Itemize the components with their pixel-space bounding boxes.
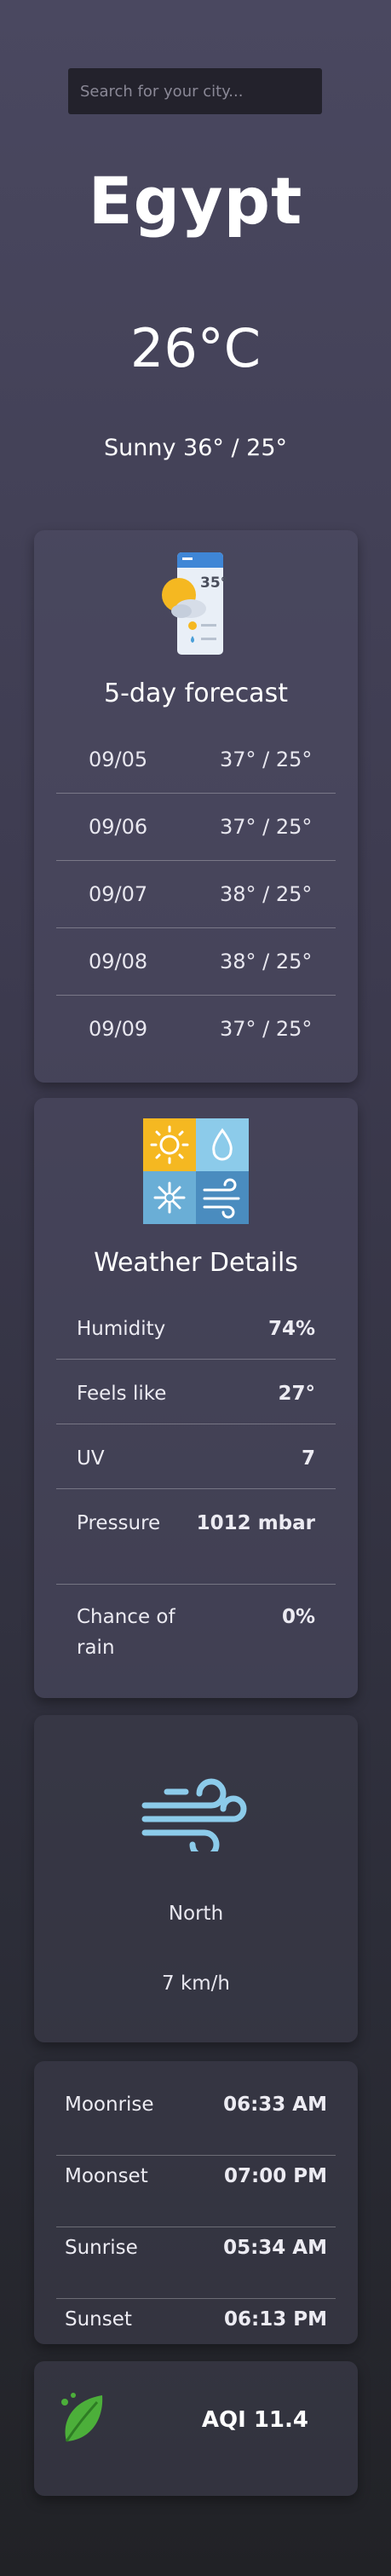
forecast-date: 09/07	[89, 882, 148, 906]
divider	[56, 2155, 336, 2156]
wind-icon	[141, 1775, 250, 1860]
detail-value: 7	[301, 1447, 315, 1470]
weather-tiles-icon	[143, 1118, 249, 1224]
forecast-icon-label: 35°	[200, 575, 227, 592]
detail-value: 1012 mbar	[196, 1512, 315, 1534]
wind-direction: North	[168, 1903, 224, 1925]
forecast-date: 09/09	[89, 1017, 148, 1041]
divider	[56, 2298, 336, 2299]
detail-value: 27°	[278, 1383, 315, 1405]
forecast-temps: 37° / 25°	[220, 1017, 313, 1041]
forecast-row: 09/06 37° / 25°	[56, 794, 336, 860]
forecast-row: 09/09 37° / 25°	[56, 996, 336, 1062]
forecast-date: 09/06	[89, 815, 148, 839]
wind-speed: 7 km/h	[162, 1972, 230, 1995]
current-temperature: 26°C	[129, 317, 262, 379]
astro-value: 07:00 PM	[224, 2165, 327, 2187]
forecast-row: 09/08 38° / 25°	[56, 928, 336, 995]
forecast-temps: 37° / 25°	[220, 748, 313, 771]
forecast-title: 5-day forecast	[104, 679, 288, 708]
forecast-card: 35° 5-day forecast 09/05 37° / 25° 09/06…	[34, 530, 358, 1083]
details-card: Weather Details Humidity 74% Feels like …	[34, 1098, 358, 1698]
current-summary: Sunny 36° / 25°	[0, 435, 391, 462]
detail-value: 0%	[281, 1606, 315, 1628]
astro-value: 05:34 AM	[223, 2237, 327, 2259]
astro-label: Moonset	[65, 2165, 148, 2187]
current-high-low: 36° / 25°	[183, 435, 288, 461]
astro-label: Moonrise	[65, 2094, 154, 2116]
forecast-date: 09/08	[89, 950, 148, 973]
divider	[56, 1488, 336, 1489]
wind-card: North 7 km/h	[34, 1715, 358, 2042]
detail-value: 74%	[267, 1318, 315, 1340]
astro-card: Moonrise 06:33 AM Moonset 07:00 PM Sunri…	[34, 2061, 358, 2344]
forecast-date: 09/05	[89, 748, 148, 771]
details-title: Weather Details	[94, 1248, 298, 1278]
divider	[56, 1359, 336, 1360]
detail-label: Chance of rain	[77, 1606, 175, 1659]
city-name: Egypt	[88, 163, 303, 239]
forecast-row: 09/07 38° / 25°	[56, 861, 336, 927]
forecast-temps: 37° / 25°	[220, 815, 313, 839]
search-input[interactable]	[68, 68, 322, 114]
astro-label: Sunset	[65, 2308, 132, 2331]
aqi-value: AQI 11.4	[201, 2407, 308, 2433]
forecast-temps: 38° / 25°	[220, 882, 313, 906]
astro-label: Sunrise	[65, 2237, 138, 2259]
leaf-icon	[58, 2392, 106, 2446]
astro-value: 06:33 AM	[223, 2094, 327, 2116]
astro-value: 06:13 PM	[224, 2308, 327, 2331]
aqi-card: AQI 11.4	[34, 2361, 358, 2496]
divider	[56, 1584, 336, 1585]
forecast-row: 09/05 37° / 25°	[56, 726, 336, 793]
current-condition: Sunny	[103, 435, 176, 461]
forecast-temps: 38° / 25°	[220, 950, 313, 973]
forecast-app-icon: 35°	[153, 551, 239, 658]
